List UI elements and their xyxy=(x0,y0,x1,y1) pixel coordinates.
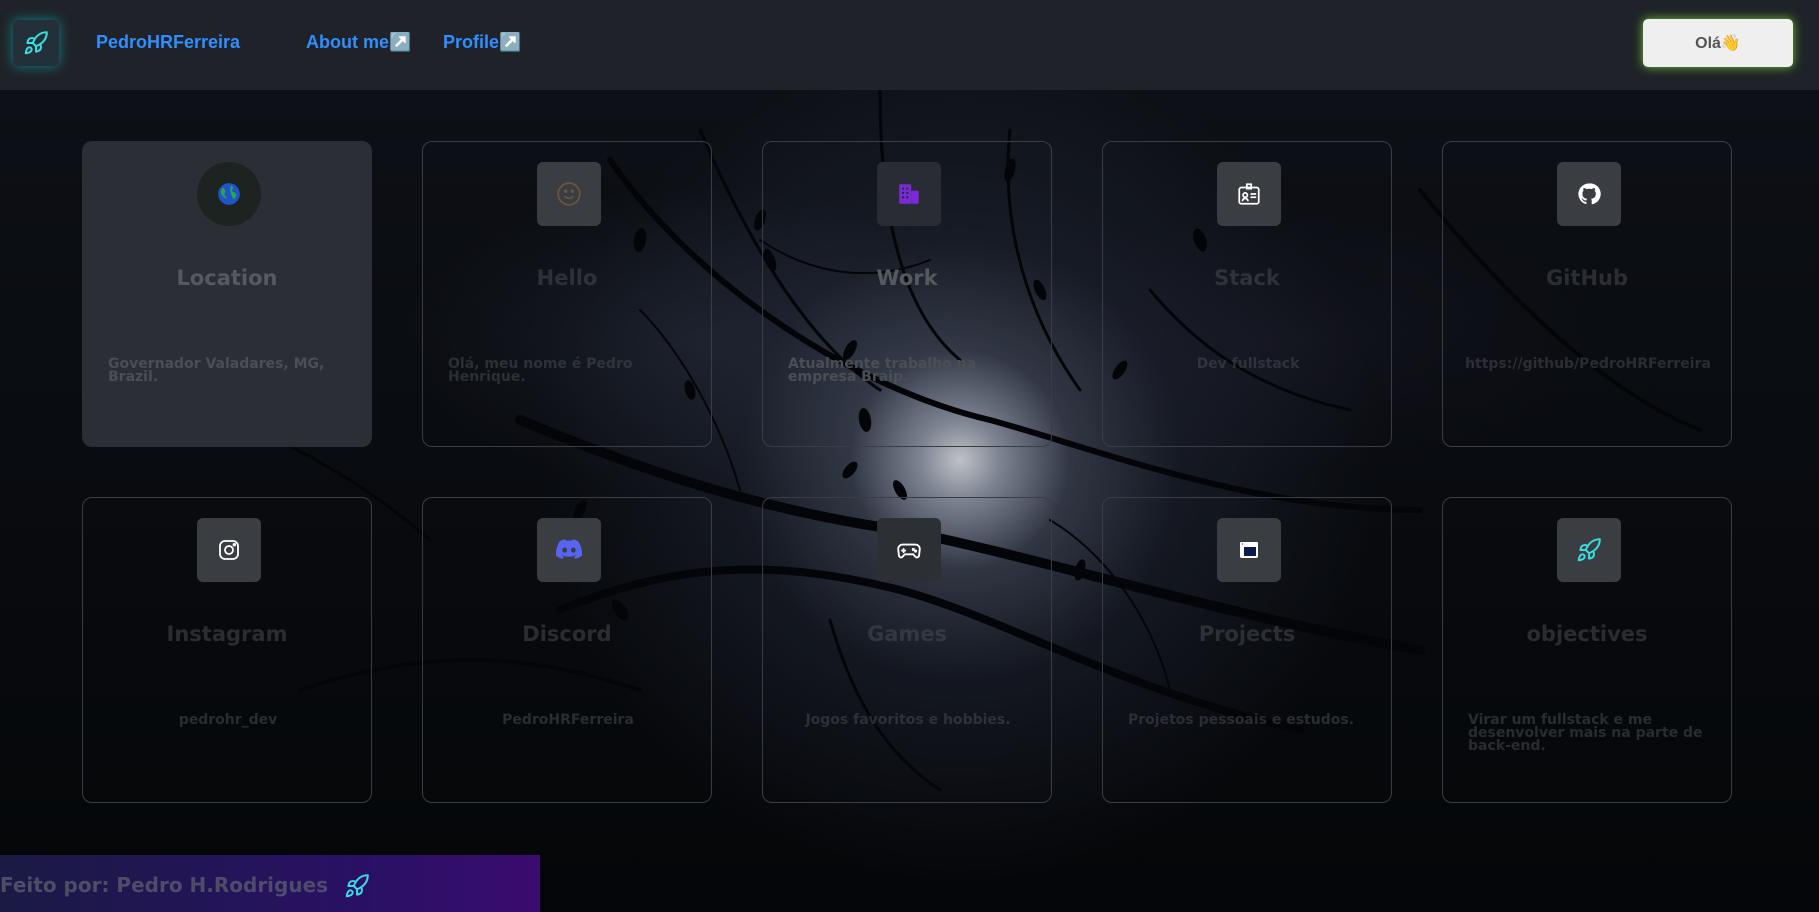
card-discord[interactable]: Discord PedroHRFerreira xyxy=(422,497,712,803)
card-title: GitHub xyxy=(1545,266,1629,290)
card-work[interactable]: Work Atualmente trabalho na empresa Brai… xyxy=(762,141,1052,447)
card-text: Virar um fullstack e me desenvolver mais… xyxy=(1468,712,1703,754)
nav-link-about-me[interactable]: About me↗️ xyxy=(306,32,411,53)
card-text: Projetos pessoais e estudos. xyxy=(1128,712,1354,728)
card-text: https://github/PedroHRFerreira xyxy=(1465,356,1711,372)
card-title: Instagram xyxy=(166,622,288,646)
card-icon-box xyxy=(1217,162,1281,226)
id-badge-icon xyxy=(1238,183,1260,205)
card-icon-box xyxy=(197,518,261,582)
card-title: Discord xyxy=(522,622,612,646)
card-text: pedrohr_dev xyxy=(178,712,278,728)
card-icon-box xyxy=(197,162,261,226)
card-text: PedroHRFerreira xyxy=(502,712,634,728)
rocket-icon xyxy=(345,874,369,898)
gamepad-icon xyxy=(897,543,921,559)
rocket-icon xyxy=(1577,538,1601,562)
card-title: Projects xyxy=(1198,622,1296,646)
footer-credit: Feito por: Pedro H.Rodrigues xyxy=(0,873,329,897)
card-title: Games xyxy=(866,622,948,646)
card-title: Hello xyxy=(536,266,598,290)
card-text: Jogos favoritos e hobbies. xyxy=(805,712,1011,728)
card-text: Dev fullstack xyxy=(1196,356,1300,372)
card-text: Olá, meu nome é Pedro Henrique. xyxy=(448,356,633,385)
discord-icon xyxy=(556,539,582,559)
instagram-icon xyxy=(219,540,239,560)
card-title: Work xyxy=(876,266,938,290)
card-icon-box xyxy=(1557,518,1621,582)
card-projects[interactable]: Projects Projetos pessoais e estudos. xyxy=(1102,497,1392,803)
card-location[interactable]: Location Governador Valadares, MG, Brazi… xyxy=(82,141,372,447)
card-title: Location xyxy=(176,266,278,290)
rocket-icon xyxy=(24,31,48,55)
card-github[interactable]: GitHub https://github/PedroHRFerreira xyxy=(1442,141,1732,447)
card-stack[interactable]: Stack Dev fullstack xyxy=(1102,141,1392,447)
card-icon-box xyxy=(1557,162,1621,226)
home-logo-button[interactable] xyxy=(13,20,59,66)
card-instagram[interactable]: Instagram pedrohr_dev xyxy=(82,497,372,803)
smiley-icon xyxy=(557,182,581,206)
hello-button[interactable]: Olá👋 xyxy=(1643,19,1793,67)
card-icon-box xyxy=(1217,518,1281,582)
card-icon-box xyxy=(537,518,601,582)
card-icon-box xyxy=(537,162,601,226)
card-title: objectives xyxy=(1526,622,1648,646)
card-icon-box xyxy=(877,518,941,582)
brand-link[interactable]: PedroHRFerreira xyxy=(96,32,240,53)
card-title: Stack xyxy=(1214,266,1280,290)
card-icon-box xyxy=(877,162,941,226)
browser-window-icon xyxy=(1240,542,1258,558)
github-icon xyxy=(1578,183,1601,205)
nav-link-profile[interactable]: Profile↗️ xyxy=(443,32,521,53)
card-text: Atualmente trabalho na empresa Braip. xyxy=(788,356,977,385)
card-objectives[interactable]: objectives Virar um fullstack e me desen… xyxy=(1442,497,1732,803)
card-text: Governador Valadares, MG, Brazil. xyxy=(108,356,325,385)
card-games[interactable]: Games Jogos favoritos e hobbies. xyxy=(762,497,1052,803)
globe-icon xyxy=(218,183,240,205)
card-hello[interactable]: Hello Olá, meu nome é Pedro Henrique. xyxy=(422,141,712,447)
top-navbar: PedroHRFerreira About me↗️ Profile↗️ Olá… xyxy=(0,0,1819,90)
building-icon xyxy=(899,184,919,204)
